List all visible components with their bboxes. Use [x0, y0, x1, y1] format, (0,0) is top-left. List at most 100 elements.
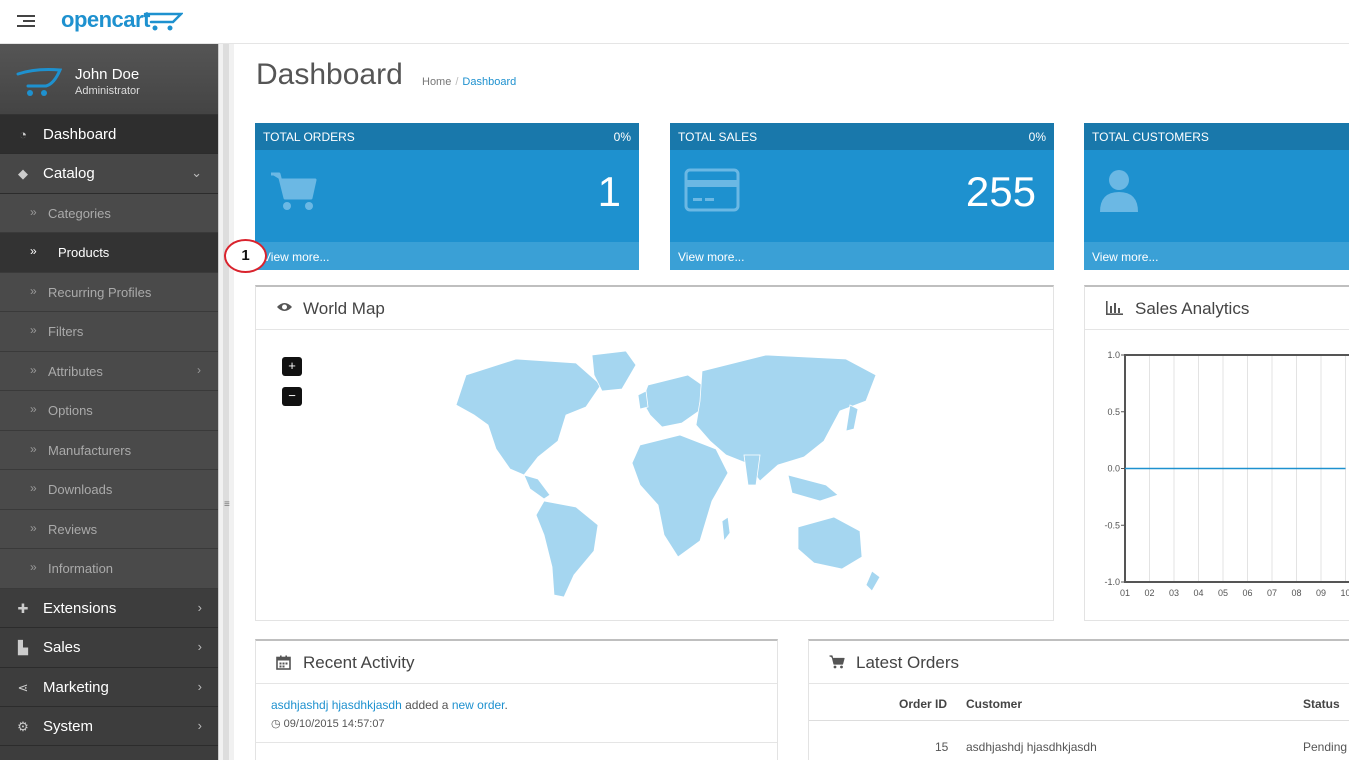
panel-heading: World Map	[256, 287, 1053, 330]
cell-order-id: 15	[935, 740, 949, 754]
top-header: opencart	[0, 0, 1349, 44]
map-zoom-out-button[interactable]: −	[282, 387, 302, 406]
chart-x-tick-label: 08	[1291, 588, 1301, 598]
chevron-down-icon: ⌄	[191, 165, 202, 181]
logo-text[interactable]: opencart	[61, 7, 150, 33]
sidebar-item-system[interactable]: ⚙ System ›	[0, 707, 218, 747]
splitter-grip-icon[interactable]: ≡	[224, 499, 230, 510]
tile-value: 1	[597, 168, 621, 215]
tile-percent: 0%	[613, 130, 631, 144]
sidebar-subitem-label: Manufacturers	[48, 442, 132, 458]
page-title: Dashboard	[256, 58, 403, 91]
activity-item: asdhjashdj hjasdhkjasdh added a new orde…	[271, 698, 508, 712]
calendar-icon	[276, 655, 291, 670]
sidebar-splitter[interactable]: ≡	[218, 44, 234, 760]
chevron-right-icon: ›	[197, 362, 201, 377]
sidebar-subitem-label: Options	[48, 403, 93, 419]
sidebar-subitem-label: Recurring Profiles	[48, 284, 152, 300]
sidebar-item-label: Sales	[43, 639, 81, 657]
gear-icon: ⚙	[17, 718, 29, 734]
profile-cart-icon	[16, 68, 62, 96]
sidebar-item-label: Catalog	[43, 165, 95, 183]
tile-body: 1	[255, 150, 639, 242]
sidebar-subitem-label: Products	[58, 245, 110, 261]
chart-x-tick-label: 10	[1340, 588, 1349, 598]
sidebar-subitem-label: Reviews	[48, 521, 98, 537]
cell-customer: asdhjashdj hjasdhkjasdh	[966, 740, 1097, 754]
user-icon	[1100, 170, 1138, 212]
sidebar-item-extensions[interactable]: ✚ Extensions ›	[0, 589, 218, 629]
step-callout-badge: 1	[224, 239, 267, 273]
tile-title: TOTAL SALES	[678, 130, 758, 144]
sidebar-subitem-downloads[interactable]: » Downloads	[0, 470, 218, 510]
sales-analytics-chart[interactable]: 1.0 0.5 0.0 -0.5 -1.001 02 03 04 05 06 07 08 09 10	[1085, 332, 1349, 602]
column-header-order-id[interactable]: Order ID	[899, 697, 947, 711]
splitter-bar[interactable]	[223, 44, 229, 760]
puzzle-icon: ✚	[17, 600, 29, 616]
breadcrumb-separator: /	[455, 76, 459, 88]
sidebar-item-catalog[interactable]: ◆ Catalog ⌄	[0, 154, 218, 194]
sidebar-subitem-information[interactable]: » Information	[0, 549, 218, 589]
sidebar-subitem-attributes[interactable]: » Attributes ›	[0, 351, 218, 392]
tile-view-more-link[interactable]: View more...	[1084, 242, 1349, 270]
sidebar-subitem-options[interactable]: » Options	[0, 391, 218, 431]
latest-orders-panel: Latest Orders Order ID Customer Status 1…	[808, 639, 1349, 760]
tile-body	[1084, 150, 1349, 242]
sidebar-subitem-categories[interactable]: » Categories	[0, 193, 218, 234]
eye-icon	[277, 303, 292, 311]
activity-customer-link[interactable]: asdhjashdj hjasdhkjasdh	[271, 698, 402, 712]
tile-percent: 0%	[1028, 130, 1046, 144]
hamburger-icon[interactable]	[17, 13, 35, 29]
activity-order-link[interactable]: new order	[452, 698, 505, 712]
tile-total-customers: TOTAL CUSTOMERS View more...	[1084, 123, 1349, 270]
column-header-status[interactable]: Status	[1303, 697, 1340, 711]
logo-cart-icon	[143, 12, 183, 31]
double-chevron-icon: »	[30, 244, 37, 259]
chart-y-tick-label: 0.0	[1107, 464, 1120, 474]
tile-title: TOTAL ORDERS	[263, 130, 355, 144]
breadcrumb-home[interactable]: Home	[422, 76, 451, 88]
sidebar: John Doe Administrator ◔ Dashboard ◆ Cat…	[0, 44, 218, 760]
tile-body: 255	[670, 150, 1054, 242]
panel-title: Sales Analytics	[1135, 299, 1250, 318]
chart-y-tick-label: -1.0	[1104, 577, 1120, 587]
credit-card-icon	[684, 168, 740, 212]
chart-y-tick-label: -0.5	[1104, 520, 1120, 530]
user-profile[interactable]: John Doe Administrator	[0, 44, 218, 115]
panel-heading: Recent Activity	[256, 641, 777, 684]
list-divider	[256, 742, 777, 743]
chart-x-tick-label: 06	[1242, 588, 1252, 598]
tile-view-more-link[interactable]: View more...	[670, 242, 1054, 270]
cell-status: Pending	[1303, 740, 1348, 754]
double-chevron-icon: »	[30, 520, 37, 535]
sidebar-subitem-recurring-profiles[interactable]: » Recurring Profiles	[0, 272, 218, 313]
double-chevron-icon: »	[30, 323, 37, 338]
chevron-right-icon: ›	[197, 639, 202, 655]
breadcrumb-dashboard[interactable]: Dashboard	[462, 76, 516, 88]
chart-x-tick-label: 03	[1169, 588, 1179, 598]
profile-name: John Doe	[75, 66, 140, 83]
world-map-panel: World Map + −	[255, 285, 1054, 621]
activity-end: .	[504, 698, 508, 712]
map-zoom-in-button[interactable]: +	[282, 357, 302, 376]
tile-view-more-link[interactable]: View more...	[255, 242, 639, 270]
double-chevron-icon: »	[30, 402, 37, 417]
sidebar-subitem-products[interactable]: » Products	[0, 233, 218, 273]
world-map[interactable]	[426, 345, 886, 605]
sidebar-item-marketing[interactable]: ⋖ Marketing ›	[0, 668, 218, 707]
column-header-customer[interactable]: Customer	[966, 697, 1022, 711]
recent-activity-panel: Recent Activity asdhjashdj hjasdhkjasdh …	[255, 639, 778, 760]
tile-header: TOTAL ORDERS 0%	[255, 123, 639, 150]
sidebar-subitem-reviews[interactable]: » Reviews	[0, 509, 218, 550]
sidebar-item-label: Marketing	[43, 678, 109, 696]
sidebar-subitem-manufacturers[interactable]: » Manufacturers	[0, 430, 218, 471]
panel-title: Recent Activity	[303, 653, 415, 672]
sidebar-item-sales[interactable]: ▙ Sales ›	[0, 628, 218, 668]
panel-heading: Sales Analytics	[1085, 287, 1349, 330]
chevron-right-icon: ›	[197, 717, 202, 733]
double-chevron-icon: »	[30, 441, 37, 456]
sidebar-subitem-filters[interactable]: » Filters	[0, 312, 218, 352]
chart-x-tick-label: 09	[1316, 588, 1326, 598]
sidebar-item-dashboard[interactable]: ◔ Dashboard	[0, 115, 218, 155]
sidebar-item-label: Extensions	[43, 599, 117, 617]
